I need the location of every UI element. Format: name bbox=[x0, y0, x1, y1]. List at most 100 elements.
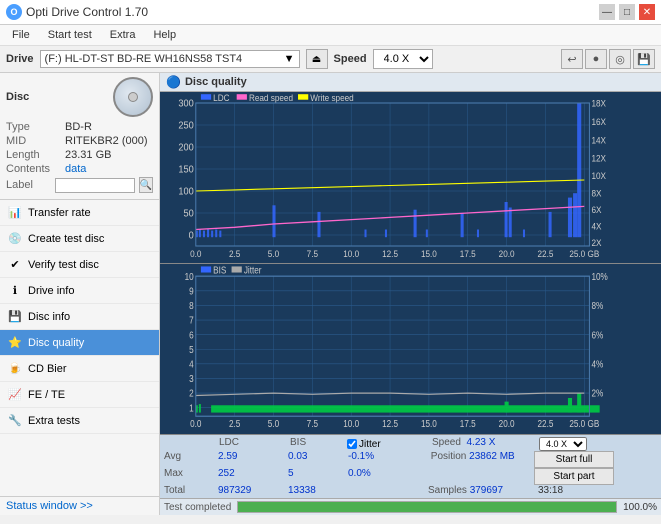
svg-text:18X: 18X bbox=[591, 98, 606, 108]
max-label: Max bbox=[164, 468, 214, 485]
app-title: Opti Drive Control 1.70 bbox=[26, 5, 148, 19]
drive-bar: Drive (F:) HL-DT-ST BD-RE WH16NS58 TST4 … bbox=[0, 46, 661, 73]
svg-text:7: 7 bbox=[189, 315, 194, 326]
svg-text:7.5: 7.5 bbox=[307, 418, 318, 429]
svg-text:14X: 14X bbox=[591, 135, 606, 145]
start-part-button[interactable]: Start part bbox=[534, 468, 614, 485]
speed-select[interactable]: 4.0 X 2.0 X 6.0 X bbox=[373, 49, 433, 69]
disc-length-row: Length 23.31 GB bbox=[6, 149, 153, 161]
nav-label-fe-te: FE / TE bbox=[28, 389, 65, 401]
transfer-rate-icon: 📊 bbox=[8, 206, 22, 220]
max-jitter: 0.0% bbox=[344, 468, 424, 485]
title-bar-left: O Opti Drive Control 1.70 bbox=[6, 4, 148, 20]
total-ldc: 987329 bbox=[214, 485, 284, 496]
progress-bar-fill bbox=[238, 502, 616, 512]
svg-text:12X: 12X bbox=[591, 153, 606, 163]
length-label: Length bbox=[6, 149, 61, 161]
svg-text:9: 9 bbox=[189, 285, 194, 296]
speed-display: 4.23 X bbox=[466, 437, 495, 448]
svg-text:4X: 4X bbox=[591, 221, 601, 231]
close-button[interactable]: ✕ bbox=[639, 4, 655, 20]
chart-header-icon: 🔵 bbox=[166, 75, 181, 89]
eject-button[interactable]: ⏏ bbox=[306, 49, 328, 69]
svg-text:100: 100 bbox=[178, 186, 193, 197]
main-content: Disc Type BD-R MID RITEKBR2 (000) Length… bbox=[0, 73, 661, 515]
speed-select-stat[interactable]: 4.0 X bbox=[539, 437, 587, 451]
svg-text:7.5: 7.5 bbox=[307, 249, 319, 259]
window-controls: — □ ✕ bbox=[599, 4, 655, 20]
avg-bis: 0.03 bbox=[284, 451, 344, 468]
label-search-button[interactable]: 🔍 bbox=[139, 177, 153, 193]
sidebar-item-fe-te[interactable]: 📈 FE / TE bbox=[0, 382, 159, 408]
svg-text:250: 250 bbox=[178, 120, 193, 131]
svg-text:150: 150 bbox=[178, 164, 193, 175]
svg-text:4%: 4% bbox=[591, 358, 603, 369]
menu-extra[interactable]: Extra bbox=[102, 27, 144, 43]
maximize-button[interactable]: □ bbox=[619, 4, 635, 20]
create-test-disc-icon: 💿 bbox=[8, 232, 22, 246]
sidebar-item-create-test-disc[interactable]: 💿 Create test disc bbox=[0, 226, 159, 252]
progress-percent: 100.0% bbox=[623, 502, 657, 513]
extra-tests-icon: 🔧 bbox=[8, 414, 22, 428]
chart2-svg: 10 9 8 7 6 5 4 3 2 1 10% 8% bbox=[160, 264, 661, 435]
sidebar-item-drive-info[interactable]: ℹ Drive info bbox=[0, 278, 159, 304]
menu-file[interactable]: File bbox=[4, 27, 38, 43]
menu-start-test[interactable]: Start test bbox=[40, 27, 100, 43]
jitter-checkbox[interactable] bbox=[347, 439, 357, 449]
svg-text:200: 200 bbox=[178, 142, 193, 153]
svg-text:2.5: 2.5 bbox=[229, 418, 240, 429]
svg-text:6: 6 bbox=[189, 329, 194, 340]
svg-text:4: 4 bbox=[189, 358, 194, 369]
menu-help[interactable]: Help bbox=[145, 27, 184, 43]
sidebar-item-disc-quality[interactable]: ⭐ Disc quality bbox=[0, 330, 159, 356]
nav-label-cd-bier: CD Bier bbox=[28, 363, 67, 375]
contents-value: data bbox=[65, 163, 86, 175]
stat-jitter-header: Jitter bbox=[359, 439, 381, 450]
disc-quality-icon: ⭐ bbox=[8, 336, 22, 350]
svg-text:Jitter: Jitter bbox=[244, 265, 262, 276]
svg-text:25.0 GB: 25.0 GB bbox=[569, 249, 599, 259]
sidebar-item-verify-test-disc[interactable]: ✔ Verify test disc bbox=[0, 252, 159, 278]
sidebar: Disc Type BD-R MID RITEKBR2 (000) Length… bbox=[0, 73, 160, 515]
toolbar-btn-4[interactable]: 💾 bbox=[633, 49, 655, 69]
disc-label-row: Label 🔍 bbox=[6, 177, 153, 193]
svg-text:3: 3 bbox=[189, 373, 194, 384]
svg-text:Write speed: Write speed bbox=[310, 93, 354, 103]
contents-label: Contents bbox=[6, 163, 61, 175]
max-speed-label bbox=[424, 468, 534, 485]
chart1-svg: 300 250 200 150 100 50 0 18X 16X 14X 12X bbox=[160, 92, 661, 263]
toolbar-icons: ↩ ● ◎ 💾 bbox=[561, 49, 655, 69]
toolbar-btn-1[interactable]: ↩ bbox=[561, 49, 583, 69]
stats-total-row: Total 987329 13338 Samples 379697 33:18 bbox=[164, 485, 657, 496]
status-window-link[interactable]: Status window >> bbox=[6, 500, 93, 512]
chart1-wrapper: 300 250 200 150 100 50 0 18X 16X 14X 12X bbox=[160, 92, 661, 264]
sidebar-item-cd-bier[interactable]: 🍺 CD Bier bbox=[0, 356, 159, 382]
progress-label: Test completed bbox=[164, 502, 231, 513]
stats-avg-row: Avg 2.59 0.03 -0.1% Position 23862 MB St… bbox=[164, 451, 657, 468]
stat-empty2: 4.0 X bbox=[539, 437, 619, 451]
total-bis: 13338 bbox=[284, 485, 344, 496]
svg-text:15.0: 15.0 bbox=[421, 418, 437, 429]
start-full-button[interactable]: Start full bbox=[534, 451, 614, 468]
charts-container: 300 250 200 150 100 50 0 18X 16X 14X 12X bbox=[160, 92, 661, 434]
sidebar-item-transfer-rate[interactable]: 📊 Transfer rate bbox=[0, 200, 159, 226]
svg-text:2: 2 bbox=[189, 388, 194, 399]
type-label: Type bbox=[6, 121, 61, 133]
svg-text:22.5: 22.5 bbox=[538, 418, 554, 429]
mid-value: RITEKBR2 (000) bbox=[65, 135, 148, 147]
svg-text:6%: 6% bbox=[591, 329, 603, 340]
svg-text:1: 1 bbox=[189, 402, 194, 413]
svg-text:50: 50 bbox=[184, 208, 194, 219]
toolbar-btn-2[interactable]: ● bbox=[585, 49, 607, 69]
drive-selector[interactable]: (F:) HL-DT-ST BD-RE WH16NS58 TST4 ▼ bbox=[40, 50, 300, 68]
stat-speed-header: Speed 4.23 X bbox=[428, 437, 538, 451]
svg-text:0.0: 0.0 bbox=[190, 249, 202, 259]
avg-label: Avg bbox=[164, 451, 214, 468]
label-input[interactable] bbox=[55, 178, 135, 193]
minimize-button[interactable]: — bbox=[599, 4, 615, 20]
sidebar-item-disc-info[interactable]: 💾 Disc info bbox=[0, 304, 159, 330]
sidebar-item-extra-tests[interactable]: 🔧 Extra tests bbox=[0, 408, 159, 434]
toolbar-btn-3[interactable]: ◎ bbox=[609, 49, 631, 69]
total-label: Total bbox=[164, 485, 214, 496]
svg-text:10%: 10% bbox=[591, 271, 607, 282]
